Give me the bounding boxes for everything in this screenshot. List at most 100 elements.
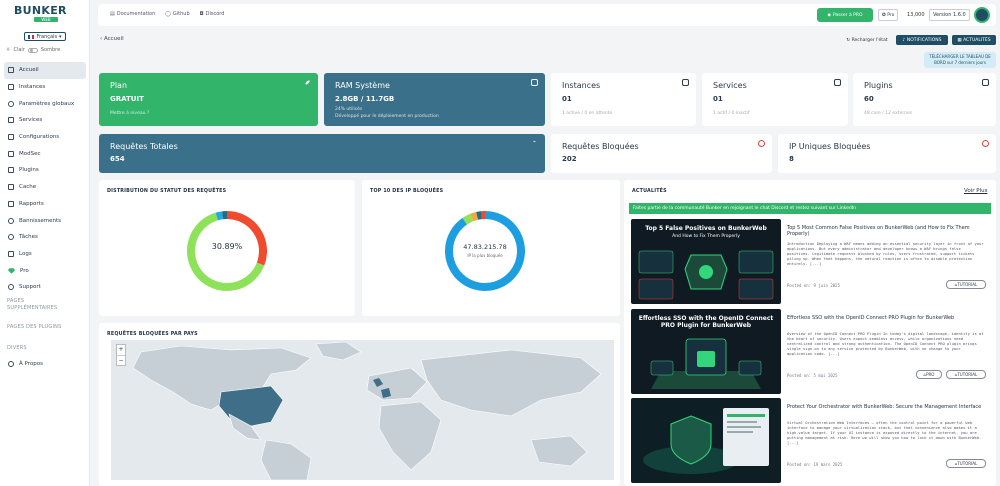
news-image[interactable]: Effortless SSO with the OpenID Connect P… [631,309,781,394]
globe-icon [982,140,989,147]
news-tag[interactable]: ⌂ TUTORIAL [946,459,986,468]
plan-value: GRATUIT [110,95,144,103]
breadcrumb: ‹ Accueil [100,36,124,42]
section-plugin-pages[interactable]: PAGES DES PLUGINS [7,324,61,330]
news-item[interactable]: Effortless SSO with the OpenID Connect P… [631,309,991,394]
plugins-card[interactable]: Plugins 60 48 core / 12 externes [853,73,996,126]
sidebar-item-global-settings[interactable]: Paramètres globaux [4,95,86,112]
topbar: ▤ Documentation ◯ Github ◘ Discord ◆ Passer … [98,4,996,26]
bunkerweb-logo[interactable]: BUNKER WEB [14,5,74,25]
services-card[interactable]: Services 01 1 actif / 0 inactif [702,73,848,126]
unique-ips-card: IP Uniques Bloquées 8 [778,134,996,173]
instances-value: 01 [562,95,572,103]
news-image-subline: And How to Fix Them Properly [672,234,740,239]
sidebar-item-services[interactable]: Services [4,112,86,129]
news-title: ACTUALITÉS [632,189,667,194]
news-illustration-2 [650,338,762,389]
notifications-button[interactable]: ♪ NOTIFICATIONS [896,35,948,45]
section-misc: DIVERS [7,345,27,351]
world-map[interactable]: + − [111,340,614,480]
sidebar-item-about[interactable]: À Propos [4,356,86,373]
theme-switch[interactable]: ☼ Clair Sombre [6,47,60,53]
language-select[interactable]: Français ▾ [24,32,66,41]
section-extra-pages[interactable]: PAGES SUPPLÉMENTAIRES [7,298,67,312]
world-map-shapes [132,341,602,480]
top-ip-center-sub: IP la plus bloquée [467,253,503,258]
services-value: 01 [713,95,723,103]
unique-ips-value: 8 [789,155,794,163]
community-banner[interactable]: Faites partie de la communauté Bunker en… [629,203,991,214]
breadcrumb-current[interactable]: Accueil [104,36,124,42]
zoom-out-button[interactable]: − [117,355,125,365]
news-item-title[interactable]: Effortless SSO with the OpenID Connect P… [787,315,985,321]
blocked-by-country-panel: REQUÊTES BLOQUÉES PAR PAYS + − [99,323,620,486]
ban-icon [758,140,765,147]
plan-pill[interactable]: ✪ Pro [878,9,899,21]
sidebar-item-bans[interactable]: Bannissements [4,212,86,229]
sidebar-item-label: Services [19,117,43,124]
refresh-status-button[interactable]: ↻ Recharger l'état [846,35,888,45]
discord-link[interactable]: ◘ Discord [200,11,225,17]
news-item[interactable]: Protect Your Orchestrator with BunkerWeb… [631,398,991,483]
sidebar-item-label: Pro [20,267,29,274]
ban-icon [8,217,14,224]
sidebar-item-pro[interactable]: Pro [4,262,86,279]
sidebar-item-label: Accueil [19,67,39,74]
news-item[interactable]: Top 5 False Positives on BunkerWeb And Ho… [631,219,991,304]
plan-upgrade-link[interactable]: Mettre à niveau ? [110,111,149,116]
sidebar-item-configurations[interactable]: Configurations [4,129,86,146]
donut-slice[interactable] [476,211,483,220]
donut-slice[interactable] [462,213,474,225]
sidebar-item-label: Tâches [19,234,38,241]
github-label: Github [172,11,190,17]
donut-slice[interactable] [470,211,479,222]
support-icon [8,284,14,291]
sidebar-item-cache[interactable]: Cache [4,179,86,196]
sidebar-item-accueil[interactable]: Accueil [4,62,86,79]
news-tag[interactable]: ⌂ TUTORIAL [946,280,986,289]
ram-value: 2.8GB / 11.7GB [335,95,395,103]
top-ip-panel: TOP 10 DES IP BLOQUÉES 47.83.215.78 IP l… [362,180,620,316]
documentation-link[interactable]: ▤ Documentation [110,11,155,17]
sidebar-item-reports[interactable]: Rapports [4,196,86,213]
ram-title: RAM Système [335,81,390,90]
grid-icon [8,117,14,124]
donut-slice[interactable] [215,211,224,221]
clock-icon [8,234,14,241]
refresh-status-label: Recharger l'état [851,37,888,43]
sun-icon: ☼ [6,47,11,53]
zoom-in-button[interactable]: + [117,345,125,355]
sidebar-item-logs[interactable]: Logs [4,246,86,263]
avatar[interactable] [974,7,990,23]
sidebar-nav: Accueil Instances Paramètres globaux Ser… [4,62,86,296]
news-button[interactable]: ▦ ACTUALITÉS [952,35,996,45]
sidebar-item-label: Instances [19,84,46,91]
sidebar-item-support[interactable]: Support [4,279,86,296]
news-image[interactable]: Top 5 False Positives on BunkerWeb And Ho… [631,219,781,304]
news-tag[interactable]: ⌂ TUTORIAL [946,370,986,379]
news-item-date: Posted on: 5 mai 2025 [787,373,838,378]
news-item-body: Introduction Deploying a WAF means addin… [787,241,984,266]
dashboard-notice[interactable]: TÉLÉCHARGER LE TABLEAU DE BORD sur 7 der… [924,52,996,68]
sidebar-item-instances[interactable]: Instances [4,79,86,96]
instances-card[interactable]: Instances 01 1 active / 0 en attente [551,73,696,126]
see-more-link[interactable]: Voir Plus [964,188,987,194]
news-item-title[interactable]: Protect Your Orchestrator with BunkerWeb… [787,404,985,410]
sidebar-item-plugins[interactable]: Plugins [4,162,86,179]
donut-slice[interactable] [226,211,267,266]
version-badge[interactable]: Version 1.6.0 [929,9,970,21]
donut-slice[interactable] [445,211,525,291]
news-tag[interactable]: ⌂ PRO [916,370,942,379]
instances-title: Instances [562,81,601,90]
github-link[interactable]: ◯ Github [165,11,189,17]
sidebar-item-modsec[interactable]: ModSec [4,145,86,162]
database-icon [8,184,14,191]
sidebar-item-jobs[interactable]: Tâches [4,229,86,246]
theme-toggle[interactable] [27,47,38,53]
news-item-title[interactable]: Top 5 Most Common False Positives on Bun… [787,225,985,237]
sidebar: BUNKER WEB Français ▾ ☼ Clair Sombre Acc… [0,0,90,486]
upgrade-pro-button[interactable]: ◆ Passer à PRO [817,8,873,22]
diamond-icon [8,267,15,274]
news-image[interactable] [631,398,781,483]
south-america-shape [260,439,312,480]
